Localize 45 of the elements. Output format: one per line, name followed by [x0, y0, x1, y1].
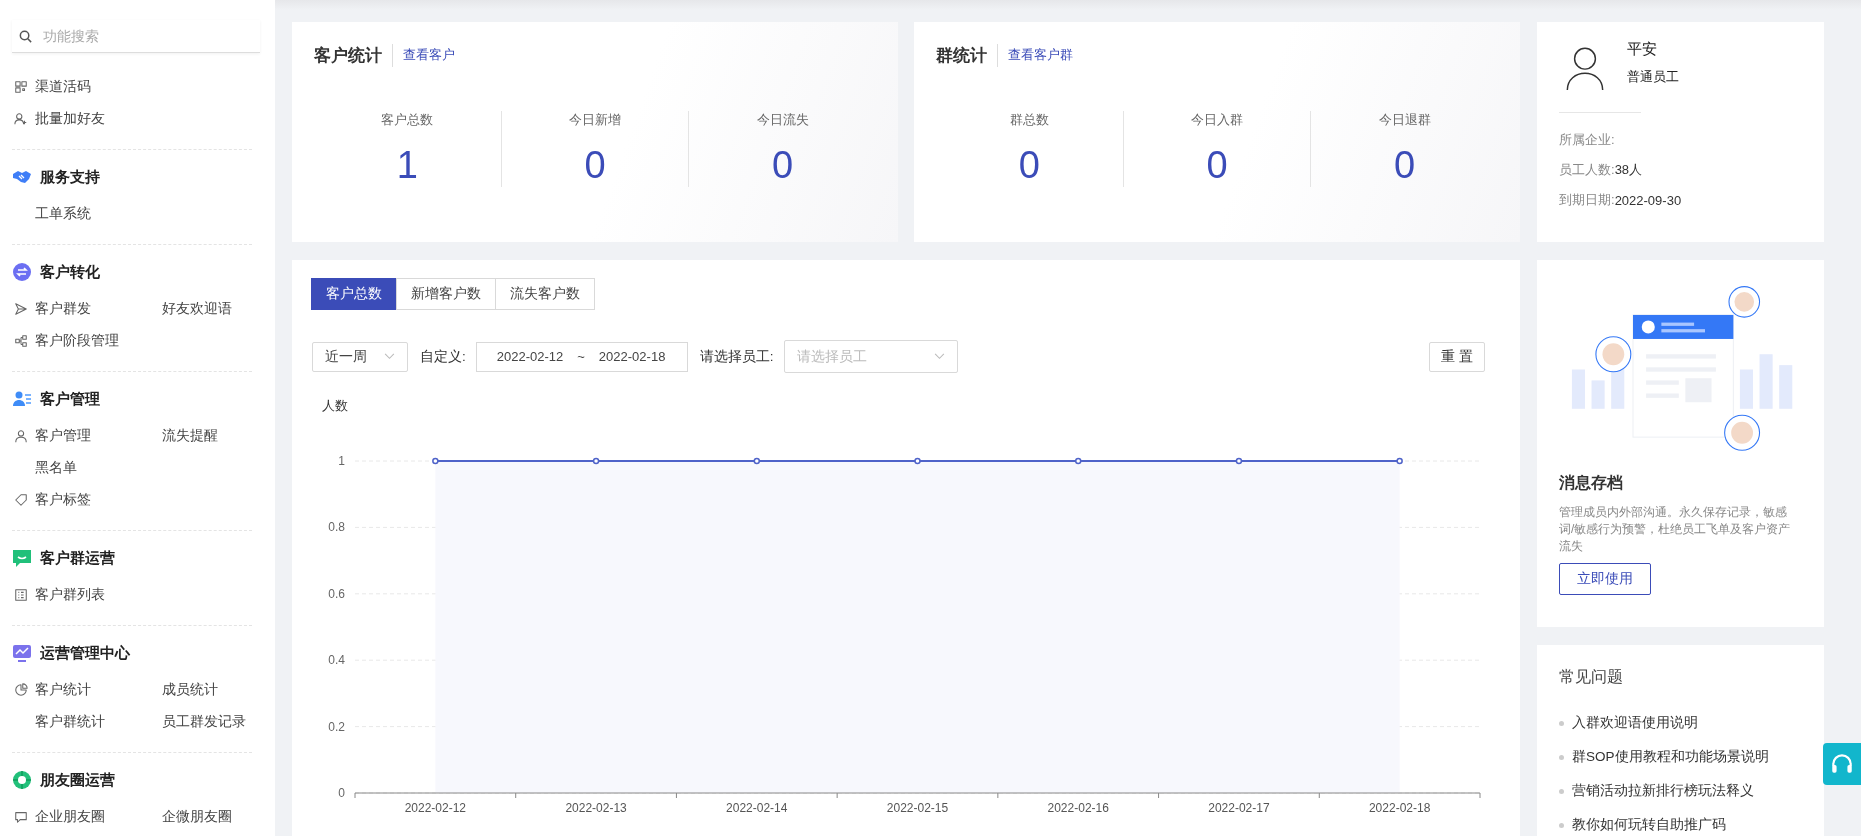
metric-value: 1: [396, 145, 418, 187]
user-name: 平安: [1627, 40, 1658, 59]
metric-value: 0: [584, 145, 606, 187]
field-label: 到期日期:: [1559, 191, 1615, 209]
metric-label: 今日新增: [569, 111, 621, 129]
filter-label: 请选择员工:: [699, 347, 774, 366]
axis-label: 2022-02-12: [404, 801, 467, 815]
axis-label: 2022-02-18: [1368, 801, 1431, 815]
field-label: 员工人数:: [1559, 161, 1615, 179]
axis-label: 1: [338, 454, 345, 468]
card-title: 常见问题: [1559, 667, 1624, 687]
section-title: 客户管理: [40, 389, 100, 409]
filter-label: 自定义:: [420, 347, 466, 366]
metric-value: 0: [772, 145, 794, 187]
section-title: 客户群运营: [40, 548, 115, 568]
axis-label: 0: [338, 786, 345, 800]
promo-description: 管理成员内外部沟通。永久保存记录，敏感词/敏感行为预警，杜绝员工飞单及客户资产流失: [1559, 504, 1792, 555]
axis-label: 0.4: [328, 653, 345, 668]
axis-label: 2022-02-16: [1047, 801, 1109, 815]
metric-value: 0: [1394, 145, 1416, 187]
axis-title: 人数: [322, 397, 348, 415]
axis-label: 2022-02-13: [565, 801, 627, 815]
metric-label: 今日入群: [1191, 111, 1243, 129]
axis-label: 2022-02-17: [1208, 801, 1270, 815]
metric-label: 今日流失: [756, 111, 809, 129]
axis-label: 2022-02-15: [886, 801, 949, 815]
section-title: 朋友圈运营: [40, 770, 115, 790]
axis-label: 0.6: [328, 586, 345, 601]
axis-label: 0.8: [328, 520, 345, 535]
field-label: 所属企业:: [1559, 131, 1615, 149]
metric-value: 0: [1206, 145, 1228, 187]
metric-label: 客户总数: [381, 111, 434, 129]
metric-label: 今日退群: [1378, 111, 1431, 129]
metric-label: 群总数: [1009, 111, 1049, 129]
card-title: 群统计: [936, 44, 998, 67]
axis-label: 2022-02-14: [726, 801, 788, 815]
section-title: 运营管理中心: [40, 643, 130, 663]
section-title: 服务支持: [40, 167, 100, 187]
card-title: 客户统计: [314, 44, 393, 67]
metric-value: 0: [1018, 145, 1040, 187]
field-value: 38人: [1614, 161, 1643, 179]
axis-label: 0.2: [328, 719, 345, 734]
promo-title: 消息存档: [1559, 473, 1623, 493]
user-role: 普通员工: [1627, 69, 1679, 86]
section-title: 客户转化: [40, 262, 100, 282]
